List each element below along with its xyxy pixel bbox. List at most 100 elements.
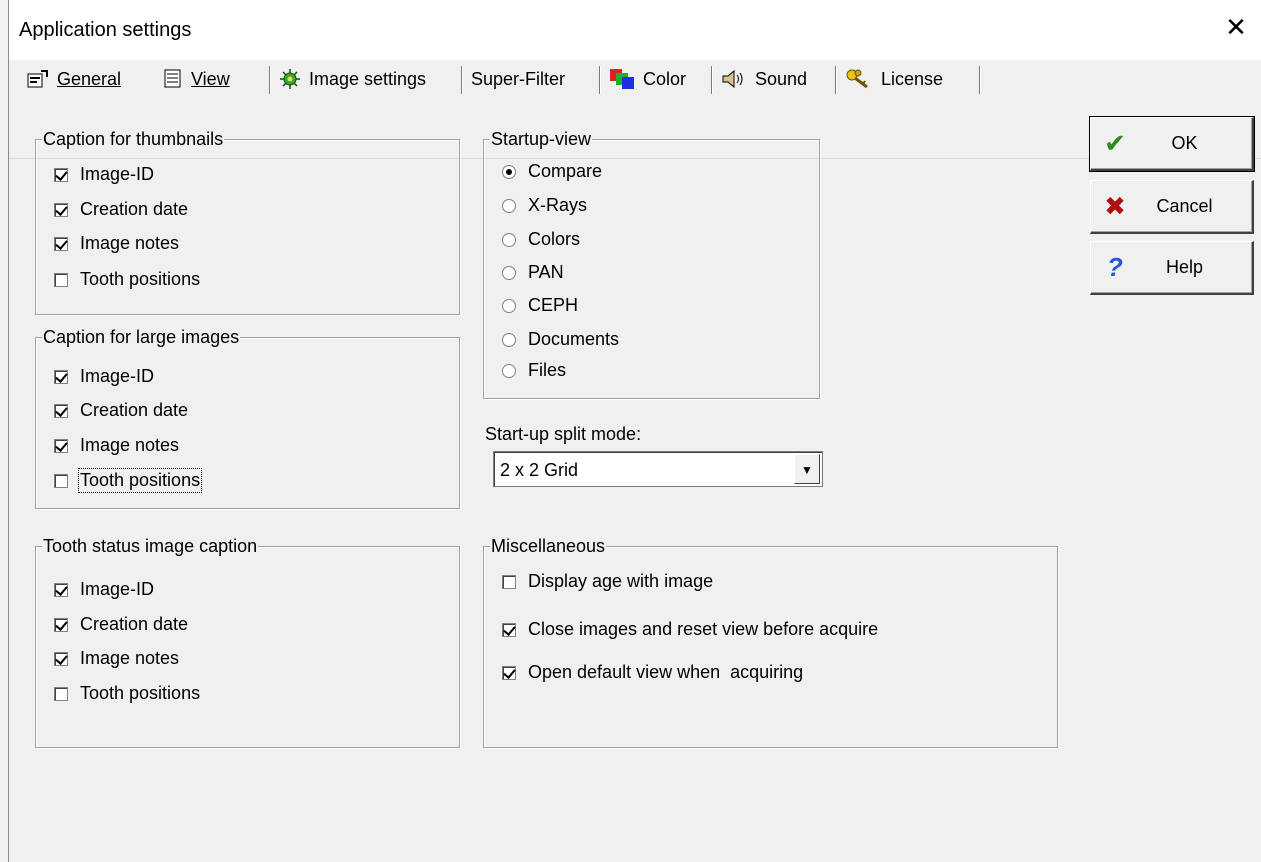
radio-button[interactable]: [502, 198, 516, 213]
startup-view-group: Startup-view Compare X-Rays Colors PAN C…: [483, 129, 820, 399]
checkbox-large-creation-date[interactable]: Creation date: [54, 400, 188, 421]
checkbox-tooth-creation-date[interactable]: Creation date: [54, 614, 188, 635]
radio-ceph[interactable]: CEPH: [502, 295, 578, 316]
check-icon: ✔: [1104, 128, 1126, 158]
cancel-button[interactable]: ✖ Cancel: [1090, 180, 1254, 234]
checkbox-tooth-image-id[interactable]: Image-ID: [54, 579, 154, 600]
radio-compare[interactable]: Compare: [502, 161, 602, 182]
checkbox-box[interactable]: [54, 403, 68, 418]
checkbox-box[interactable]: [54, 272, 68, 287]
checkbox-tooth-tooth-positions[interactable]: Tooth positions: [54, 683, 200, 704]
tab-general[interactable]: General: [19, 60, 155, 98]
checkbox-label: Creation date: [80, 400, 189, 420]
miscellaneous-group: Miscellaneous Display age with image Clo…: [483, 536, 1058, 748]
settings-window: Application settings ✕ General View Imag…: [8, 0, 1261, 862]
checkbox-box[interactable]: [502, 622, 516, 637]
split-mode-value: 2 x 2 Grid: [500, 460, 579, 480]
checkbox-label: Tooth positions: [80, 683, 201, 703]
checkbox-box[interactable]: [54, 236, 68, 251]
checkbox-label: Image-ID: [80, 579, 155, 599]
bug-icon: [280, 69, 300, 89]
radio-label: CEPH: [528, 295, 579, 315]
checkbox-label: Image-ID: [80, 366, 155, 386]
radio-label: X-Rays: [528, 195, 588, 215]
radio-button[interactable]: [502, 164, 516, 179]
help-button[interactable]: ? Help: [1090, 241, 1254, 295]
radio-button[interactable]: [502, 265, 516, 280]
large-images-caption-group: Caption for large images Image-ID Creati…: [35, 327, 460, 509]
checkbox-large-tooth-positions[interactable]: Tooth positions: [54, 468, 203, 493]
checkbox-thumb-image-id[interactable]: Image-ID: [54, 164, 154, 185]
checkbox-box[interactable]: [54, 202, 68, 217]
tooth-status-caption-group: Tooth status image caption Image-ID Crea…: [35, 536, 460, 748]
checkbox-label: Tooth positions: [77, 468, 203, 493]
checkbox-box[interactable]: [54, 167, 68, 182]
window-title: Application settings: [19, 19, 192, 41]
checkbox-label: Image notes: [80, 233, 180, 253]
radio-label: PAN: [528, 262, 564, 282]
keys-icon: [846, 69, 868, 89]
ok-button[interactable]: ✔ OK: [1089, 116, 1255, 172]
tab-sound[interactable]: Sound: [713, 60, 837, 98]
checkbox-box[interactable]: [502, 665, 516, 680]
chevron-down-icon[interactable]: ▼: [794, 454, 820, 484]
checkbox-thumb-creation-date[interactable]: Creation date: [54, 199, 188, 220]
cross-icon: ✖: [1104, 191, 1126, 221]
radio-documents[interactable]: Documents: [502, 329, 619, 350]
checkbox-label: Close images and reset view before acqui…: [528, 619, 879, 639]
group-title: Miscellaneous: [490, 536, 607, 557]
radio-colors[interactable]: Colors: [502, 229, 580, 250]
radio-x-rays[interactable]: X-Rays: [502, 195, 587, 216]
radio-button[interactable]: [502, 363, 516, 378]
radio-button[interactable]: [502, 332, 516, 347]
checkbox-box[interactable]: [54, 651, 68, 666]
radio-button[interactable]: [502, 232, 516, 247]
checkbox-box[interactable]: [54, 617, 68, 632]
checkbox-label: Open default view when acquiring: [528, 662, 804, 682]
tab-view[interactable]: View: [155, 60, 271, 98]
checkbox-label: Creation date: [80, 199, 189, 219]
radio-files[interactable]: Files: [502, 360, 566, 381]
checkbox-label: Image notes: [80, 435, 180, 455]
tab-image-settings[interactable]: Image settings: [271, 60, 463, 98]
checkbox-box[interactable]: [54, 369, 68, 384]
checkbox-label: Creation date: [80, 614, 189, 634]
checkbox-box[interactable]: [54, 686, 68, 701]
tab-super-filter-label: Super-Filter: [471, 68, 566, 89]
checkbox-thumb-tooth-positions[interactable]: Tooth positions: [54, 269, 200, 290]
properties-icon: [27, 70, 48, 88]
tab-general-label: General: [57, 68, 122, 89]
tab-license[interactable]: License: [837, 60, 981, 98]
tab-image-settings-label: Image settings: [309, 68, 427, 89]
checkbox-large-image-id[interactable]: Image-ID: [54, 366, 154, 387]
checkbox-thumb-image-notes[interactable]: Image notes: [54, 233, 179, 254]
tab-color-label: Color: [643, 68, 687, 89]
radio-pan[interactable]: PAN: [502, 262, 564, 283]
close-icon[interactable]: ✕: [1223, 14, 1249, 40]
group-title: Caption for large images: [42, 327, 241, 348]
radio-label: Compare: [528, 161, 603, 181]
checkbox-display-age[interactable]: Display age with image: [502, 571, 713, 592]
help-button-label: Help: [1165, 257, 1204, 277]
group-title: Caption for thumbnails: [42, 129, 225, 150]
checkbox-box[interactable]: [54, 473, 68, 488]
checkbox-box[interactable]: [54, 438, 68, 453]
radio-button[interactable]: [502, 298, 516, 313]
checkbox-close-images-reset[interactable]: Close images and reset view before acqui…: [502, 619, 878, 640]
tab-strip: General View Image settings Super-Filter…: [9, 60, 1261, 159]
checkbox-label: Tooth positions: [80, 269, 201, 289]
checkbox-label: Image notes: [80, 648, 180, 668]
split-mode-select[interactable]: 2 x 2 Grid ▼: [493, 451, 823, 487]
tab-super-filter[interactable]: Super-Filter: [463, 60, 601, 98]
tab-view-label: View: [191, 68, 230, 89]
group-title: Tooth status image caption: [42, 536, 259, 557]
tab-color[interactable]: Color: [601, 60, 713, 98]
checkbox-open-default-view[interactable]: Open default view when acquiring: [502, 662, 803, 683]
checkbox-box[interactable]: [54, 582, 68, 597]
checkbox-tooth-image-notes[interactable]: Image notes: [54, 648, 179, 669]
checkbox-large-image-notes[interactable]: Image notes: [54, 435, 179, 456]
speaker-icon: [722, 69, 743, 89]
thumbnails-caption-group: Caption for thumbnails Image-ID Creation…: [35, 129, 460, 315]
checkbox-box[interactable]: [502, 574, 516, 589]
tab-sound-label: Sound: [755, 68, 808, 89]
